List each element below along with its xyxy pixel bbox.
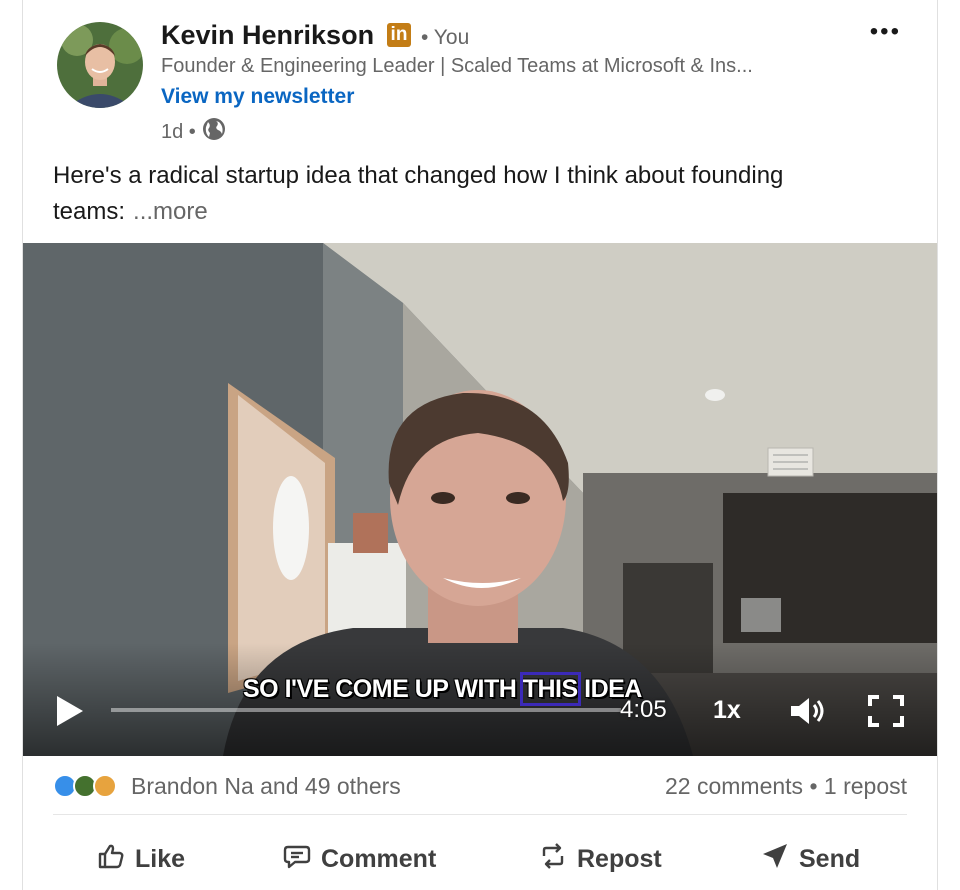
post-text: Here's a radical startup idea that chang… [53,158,903,230]
engagement-counts: 22 comments • 1 repost [665,773,907,800]
video-caption: SO I'VE COME UP WITH THIS IDEA [243,672,642,706]
reactions-summary[interactable]: Brandon Na and 49 others [53,773,401,800]
view-newsletter-link[interactable]: View my newsletter [161,85,354,109]
post-time: 1d • [161,120,196,143]
more-options-icon[interactable]: ••• [870,20,901,44]
counts-separator: • [809,773,818,799]
comment-label: Comment [321,844,437,873]
post-actions-bar: Like Comment Repost Send [23,835,937,883]
globe-icon [202,117,226,147]
insightful-reaction-icon [93,773,117,798]
like-label: Like [135,844,186,873]
video-time: 4:05 [620,696,667,723]
like-button[interactable]: Like [97,835,185,883]
feed-post-card: Kevin Henrikson in • You Founder & Engin… [22,0,938,890]
see-more-link[interactable]: ...more [133,198,208,225]
repost-label: Repost [577,844,662,873]
repost-button[interactable]: Repost [539,835,662,883]
caption-text-before: SO I'VE COME UP WITH [243,675,523,703]
reposts-count-link[interactable]: 1 repost [824,773,907,799]
reaction-icons [53,773,125,800]
reactions-text: Brandon Na and 49 others [131,773,401,799]
send-button[interactable]: Send [761,835,860,883]
caption-text-highlight: THIS [519,672,581,706]
author-relation: • You [421,26,470,49]
divider [53,814,907,815]
author-headline: Founder & Engineering Leader | Scaled Te… [161,55,753,77]
send-label: Send [799,844,861,873]
linkedin-premium-badge-icon: in [387,23,411,47]
repost-icon [539,842,567,877]
comment-icon [283,842,311,877]
comments-count-link[interactable]: 22 comments [665,773,803,799]
thumbs-up-icon [97,842,125,877]
author-name[interactable]: Kevin Henrikson [161,20,374,51]
video-progress-bar[interactable] [111,708,621,712]
play-icon[interactable] [53,694,87,728]
post-meta: 1d • [161,117,226,147]
author-avatar[interactable] [57,22,143,108]
playback-speed-button[interactable]: 1x [713,696,741,725]
fullscreen-icon[interactable] [867,694,905,728]
comment-button[interactable]: Comment [283,835,436,883]
video-player[interactable]: SO I'VE COME UP WITH THIS IDEA 4:05 1x [23,243,937,756]
send-icon [761,842,789,877]
volume-icon[interactable] [789,696,827,726]
